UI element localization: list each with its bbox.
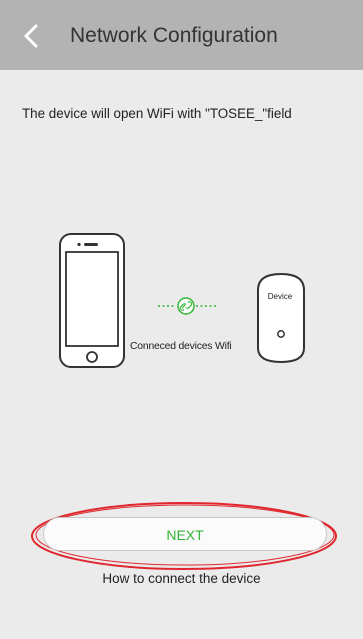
- chevron-left-icon[interactable]: [16, 20, 46, 52]
- header-bar: Network Configuration: [0, 0, 363, 70]
- link-icon: [158, 297, 216, 315]
- connection-label: Conneced devices Wifi: [130, 341, 232, 352]
- instruction-text: The device will open WiFi with "TOSEE_"f…: [22, 106, 292, 121]
- device-plug-icon: [257, 272, 305, 364]
- smartphone-icon: [59, 233, 125, 368]
- next-button[interactable]: NEXT: [43, 517, 327, 551]
- page-title: Network Configuration: [70, 24, 278, 47]
- how-to-connect-link[interactable]: How to connect the device: [0, 571, 363, 586]
- device-label: Device: [267, 292, 293, 301]
